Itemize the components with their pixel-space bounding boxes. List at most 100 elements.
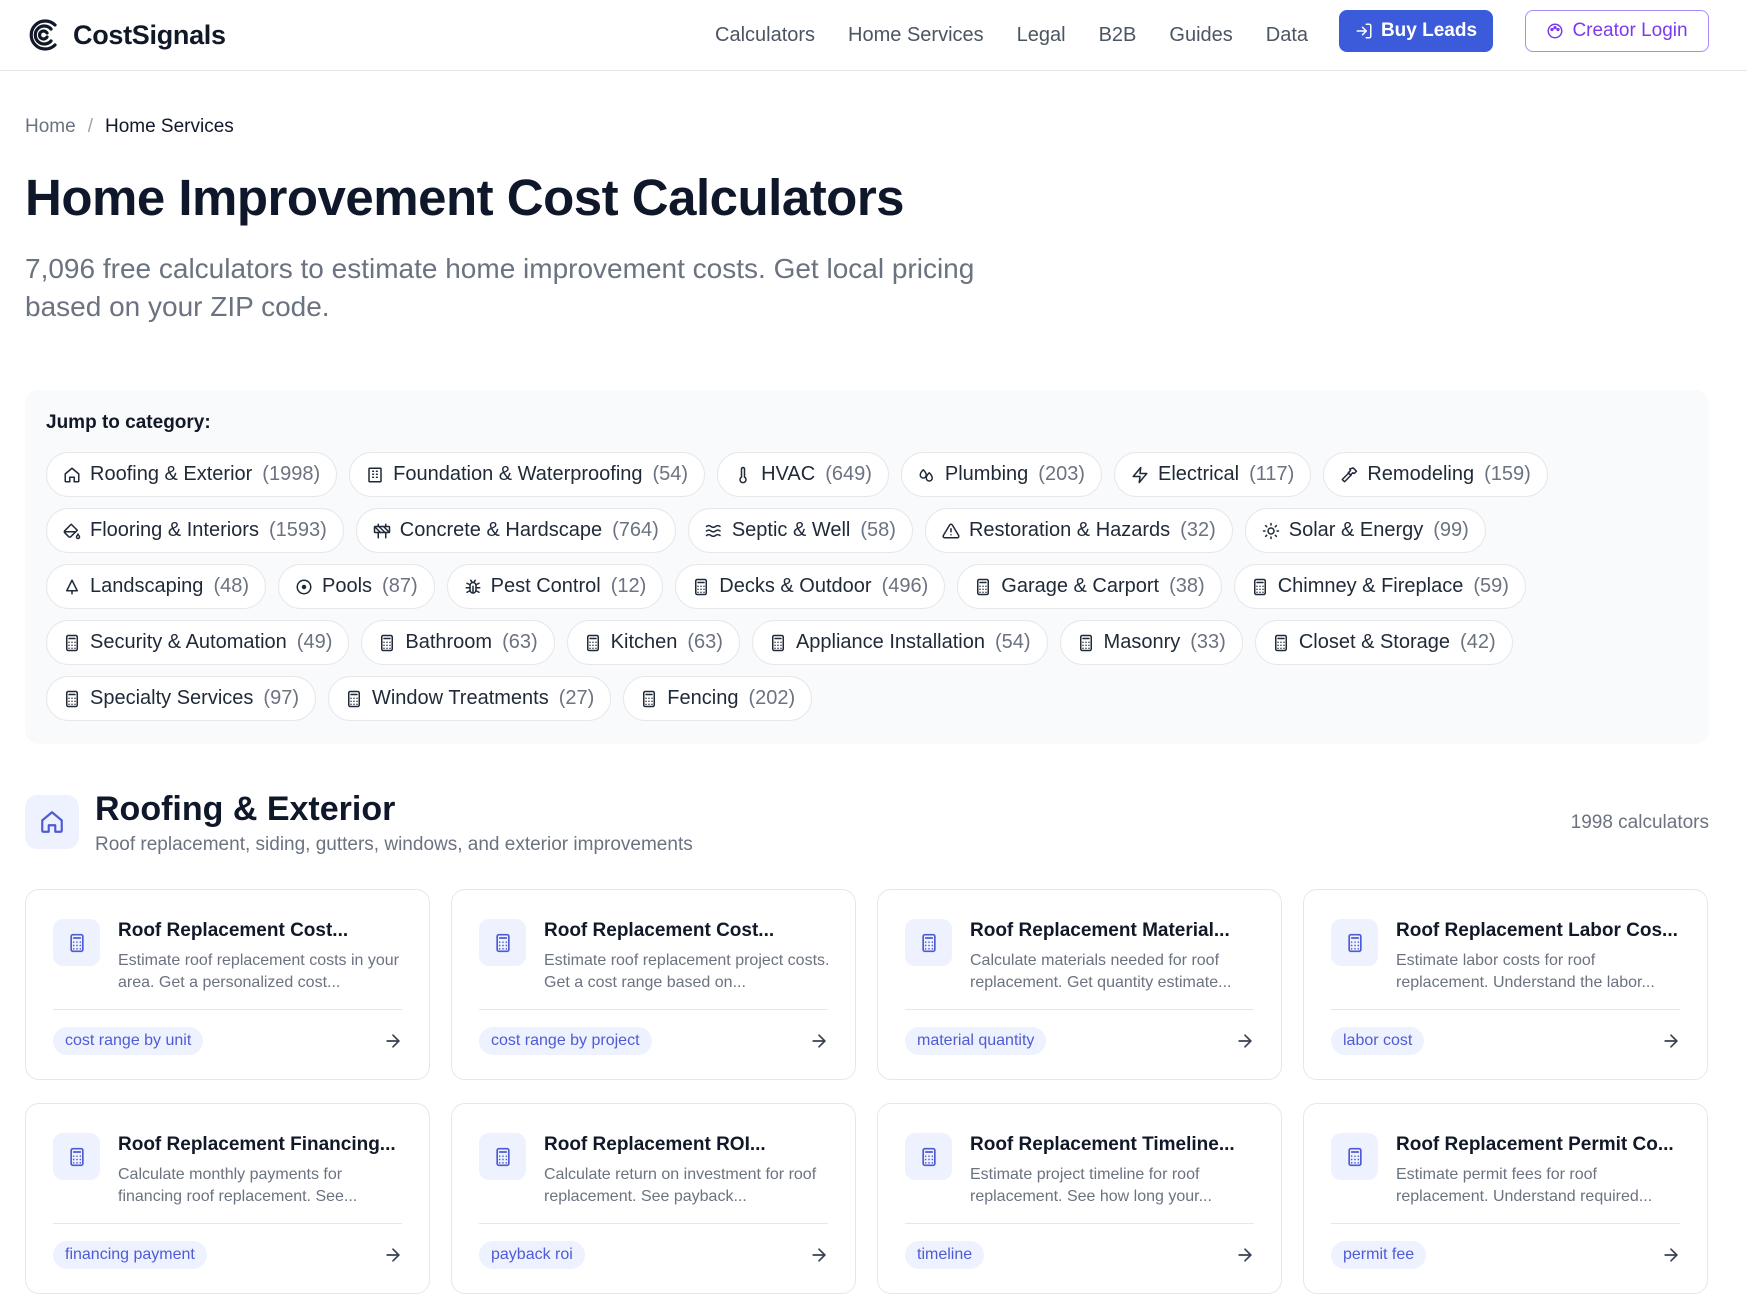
category-chip-plumbing[interactable]: Plumbing (203): [900, 452, 1102, 497]
category-chip-count: (63): [687, 631, 723, 653]
zap-icon: [1131, 466, 1149, 484]
category-chip-label: Garage & Carport: [1001, 575, 1160, 597]
arrow-right-icon[interactable]: [1235, 1245, 1255, 1265]
category-chip-count: (33): [1190, 631, 1226, 653]
category-chip-pest-control[interactable]: Pest Control (12): [446, 564, 664, 609]
category-chip-landscaping[interactable]: Landscaping (48): [46, 564, 267, 609]
category-chip-foundation-and-waterproofing[interactable]: Foundation & Waterproofing (54): [349, 452, 706, 497]
category-chip-closet-and-storage[interactable]: Closet & Storage (42): [1254, 620, 1513, 665]
category-chip-bathroom[interactable]: Bathroom (63): [361, 620, 555, 665]
category-chip-garage-and-carport[interactable]: Garage & Carport (38): [957, 564, 1222, 609]
calculator-icon: [345, 690, 363, 708]
arrow-right-icon[interactable]: [1661, 1245, 1681, 1265]
breadcrumb-home[interactable]: Home: [25, 116, 76, 138]
calculator-icon: [53, 1133, 100, 1180]
category-chip-pools[interactable]: Pools (87): [278, 564, 435, 609]
card-divider: [479, 1223, 828, 1224]
nav-calculators[interactable]: Calculators: [715, 24, 815, 47]
arrow-right-icon[interactable]: [809, 1031, 829, 1051]
calculator-card[interactable]: Roof Replacement Labor Cos... Estimate la…: [1303, 889, 1708, 1080]
category-chip-hvac[interactable]: HVAC (649): [717, 452, 889, 497]
nav-legal[interactable]: Legal: [1017, 24, 1066, 47]
card-divider: [1331, 1223, 1680, 1224]
hammer-icon: [1340, 466, 1358, 484]
category-chip-label: Flooring & Interiors: [90, 519, 259, 541]
creator-login-button[interactable]: Creator Login: [1525, 10, 1709, 52]
card-description: Estimate project timeline for roof repla…: [970, 1166, 1212, 1205]
category-chip-count: (203): [1038, 463, 1085, 485]
calculator-card[interactable]: Roof Replacement Cost... Estimate roof re…: [451, 889, 856, 1080]
card-tag: cost range by unit: [53, 1027, 204, 1055]
category-chip-count: (1998): [262, 463, 321, 485]
category-chip-decks-and-outdoor[interactable]: Decks & Outdoor (496): [675, 564, 946, 609]
nav-data[interactable]: Data: [1266, 24, 1308, 47]
arrow-right-icon[interactable]: [1235, 1031, 1255, 1051]
category-chip-concrete-and-hardscape[interactable]: Concrete & Hardscape (764): [355, 508, 676, 553]
category-chip-count: (48): [213, 575, 250, 597]
category-chips: Roofing & Exterior (1998) Foundation & Wat…: [46, 452, 1688, 721]
site-header: CostSignals Calculators Home Services Le…: [0, 0, 1747, 71]
calculator-card[interactable]: Roof Replacement Permit Co... Estimate pe…: [1303, 1103, 1708, 1294]
card-title: Roof Replacement Labor Cos...: [1396, 920, 1678, 941]
category-chip-count: (117): [1249, 463, 1295, 485]
category-chip-security-and-automation[interactable]: Security & Automation (49): [46, 620, 350, 665]
calculator-icon: [769, 634, 787, 652]
category-chip-window-treatments[interactable]: Window Treatments (27): [327, 676, 612, 721]
category-chip-masonry[interactable]: Masonry (33): [1059, 620, 1243, 665]
nav-home-services[interactable]: Home Services: [848, 24, 984, 47]
calculator-card[interactable]: Roof Replacement Timeline... Estimate pro…: [877, 1103, 1282, 1294]
tree-icon: [63, 578, 81, 596]
card-description: Estimate roof replacement costs in your …: [118, 952, 400, 991]
category-chip-electrical[interactable]: Electrical (117): [1113, 452, 1312, 497]
category-chip-count: (1593): [268, 519, 327, 541]
category-chip-flooring-and-interiors[interactable]: Flooring & Interiors (1593): [46, 508, 344, 553]
category-chip-count: (202): [748, 687, 796, 709]
breadcrumb-current: Home Services: [104, 116, 234, 137]
arrow-right-icon[interactable]: [383, 1031, 403, 1051]
section-home-icon: [25, 795, 79, 849]
arrow-right-icon[interactable]: [809, 1245, 829, 1265]
category-chip-fencing[interactable]: Fencing (202): [623, 676, 813, 721]
calculator-icon: [63, 634, 81, 652]
arrow-right-icon[interactable]: [1661, 1031, 1681, 1051]
category-chip-solar-and-energy[interactable]: Solar & Energy (99): [1244, 508, 1486, 553]
category-chip-count: (27): [558, 687, 595, 709]
category-chip-appliance-installation[interactable]: Appliance Installation (54): [751, 620, 1048, 665]
category-chip-remodeling[interactable]: Remodeling (159): [1323, 452, 1548, 497]
category-chip-kitchen[interactable]: Kitchen (63): [566, 620, 740, 665]
page-subtitle: 7,096 free calculators to estimate home …: [25, 253, 975, 322]
card-tag: labor cost: [1331, 1027, 1425, 1055]
category-chip-label: Pest Control: [490, 575, 601, 597]
creator-login-label: Creator Login: [1572, 20, 1688, 41]
circle-dot-icon: [295, 578, 313, 596]
calculator-card[interactable]: Roof Replacement Cost... Estimate roof re…: [25, 889, 430, 1080]
section-count: 1998 calculators: [1570, 812, 1709, 833]
calculator-icon: [378, 634, 396, 652]
chip-row: Specialty Services (97) Window Treatments (…: [46, 676, 1688, 721]
category-chip-restoration-and-hazards[interactable]: Restoration & Hazards (32): [924, 508, 1233, 553]
card-divider: [53, 1009, 402, 1010]
card-description: Estimate permit fees for roof replacemen…: [1396, 1166, 1653, 1205]
category-chip-label: Appliance Installation: [795, 631, 985, 653]
brand[interactable]: CostSignals: [25, 17, 226, 53]
nav-b2b[interactable]: B2B: [1099, 24, 1137, 47]
category-chip-roofing-and-exterior[interactable]: Roofing & Exterior (1998): [46, 452, 338, 497]
category-chip-chimney-and-fireplace[interactable]: Chimney & Fireplace (59): [1233, 564, 1526, 609]
droplets-icon: [918, 466, 936, 484]
category-chip-septic-and-well[interactable]: Septic & Well (58): [687, 508, 913, 553]
paint-bucket-icon: [63, 522, 81, 540]
sun-icon: [1262, 522, 1280, 540]
category-chip-count: (58): [860, 519, 896, 541]
arrow-right-icon[interactable]: [383, 1245, 403, 1265]
home-icon: [63, 466, 81, 484]
calculator-card[interactable]: Roof Replacement Financing... Calculate m…: [25, 1103, 430, 1294]
calculator-icon: [974, 578, 992, 596]
card-tag: permit fee: [1331, 1241, 1427, 1269]
buy-leads-button[interactable]: Buy Leads: [1339, 10, 1493, 52]
nav-guides[interactable]: Guides: [1169, 24, 1232, 47]
calculator-card[interactable]: Roof Replacement ROI... Calculate return …: [451, 1103, 856, 1294]
calculator-icon: [905, 919, 952, 966]
category-chip-specialty-services[interactable]: Specialty Services (97): [46, 676, 316, 721]
category-chip-label: Bathroom: [405, 631, 493, 653]
calculator-card[interactable]: Roof Replacement Material... Calculate ma…: [877, 889, 1282, 1080]
